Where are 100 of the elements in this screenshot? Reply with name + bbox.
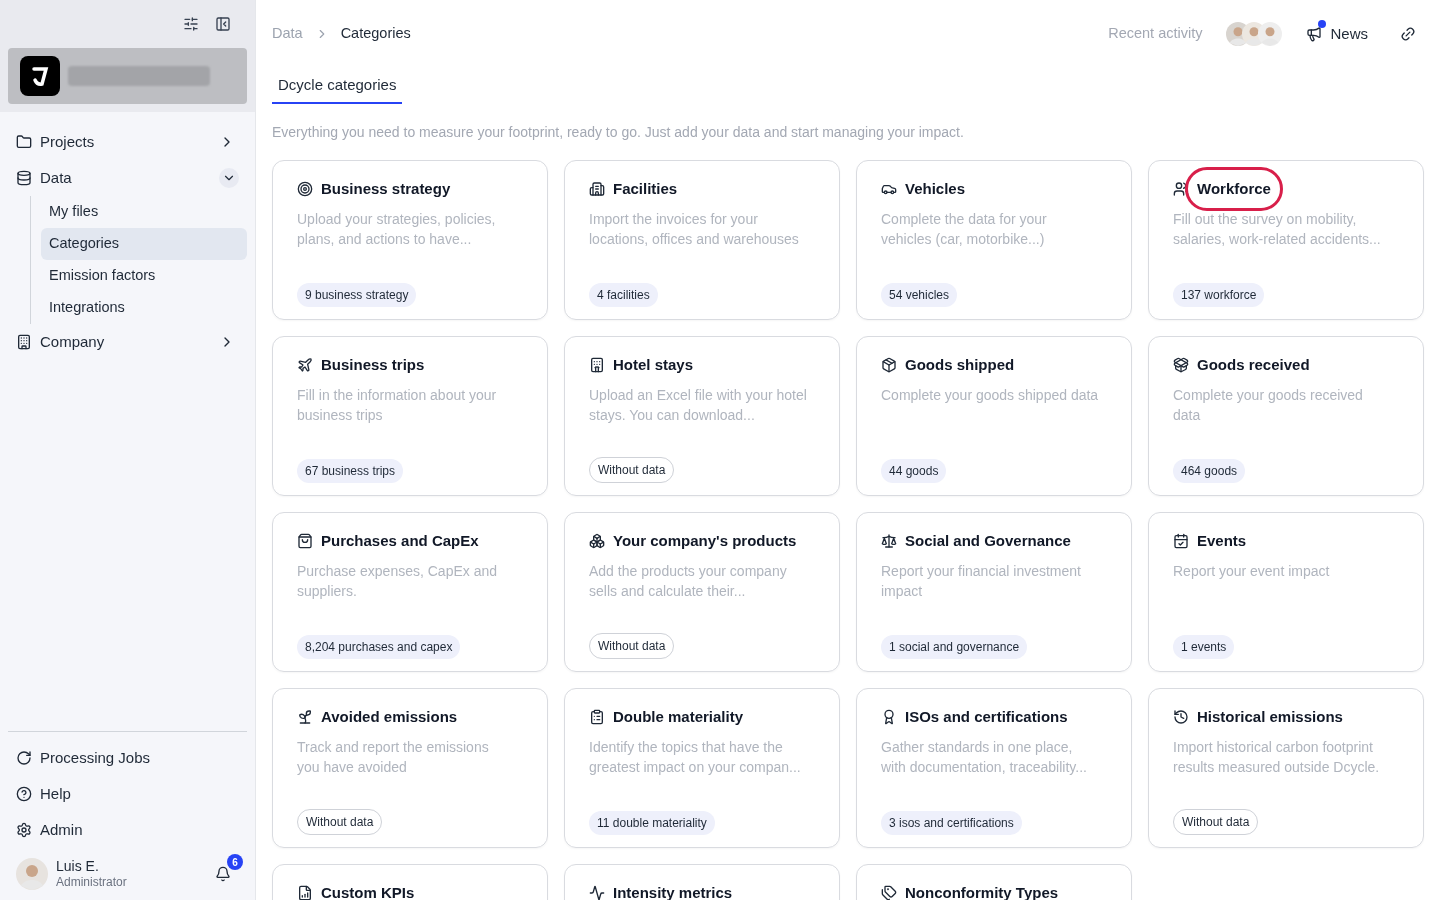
plane-icon — [297, 357, 313, 373]
card-title: Hotel stays — [613, 356, 694, 373]
count-badge: Without data — [1173, 809, 1259, 835]
tab[interactable]: Dcycle categories — [272, 68, 403, 104]
category-card[interactable]: Business trips Fill in the information about your business trips 67 business trips — [272, 336, 548, 496]
card-description: Track and report the emissions you have avoided — [297, 738, 490, 777]
category-card[interactable]: Historical emissions Import historical carbon footprint results measured outside Dcycle. Without data — [1148, 688, 1424, 848]
card-title: Your company's products — [613, 532, 797, 549]
news-button[interactable]: News — [1306, 22, 1368, 46]
card-description: Add the products your company sells and calculate their... — [589, 562, 788, 601]
card-description: Gather standards in one place, with documentation, traceability... — [881, 738, 1088, 777]
scale-icon — [881, 533, 897, 549]
nav-item[interactable]: Help — [8, 776, 247, 812]
category-card[interactable]: Social and Governance Report your financial investment impact 1 social and governance — [856, 512, 1132, 672]
card-description: Purchase expenses, CapEx and suppliers. — [297, 562, 498, 601]
count-badge: 54 vehicles — [881, 283, 958, 307]
nav-item[interactable]: Admin — [8, 812, 247, 848]
card-description: Complete the data for your vehicles (car, motorbike...) — [881, 210, 1048, 249]
category-card[interactable]: Hotel stays Upload an Excel file with your hotel stays. You can download... Without data — [564, 336, 840, 496]
count-badge: 464 goods — [1173, 459, 1246, 483]
category-card[interactable]: Business strategy Upload your strategies, policies, plans, and actions to have... 9 business strategy — [272, 160, 548, 320]
history-icon — [1173, 709, 1189, 725]
nav-item[interactable]: Processing Jobs — [8, 740, 247, 776]
refresh-icon — [16, 750, 32, 766]
user-role: Administrator — [56, 875, 128, 891]
award-icon — [881, 709, 897, 725]
category-card[interactable]: Custom KPIs — [272, 864, 548, 900]
category-card[interactable]: Double materiality Identify the topics that have the greatest impact on your compan... 11 double materiality — [564, 688, 840, 848]
tag-icon — [881, 885, 897, 900]
nav-item[interactable]: Data — [8, 160, 247, 196]
filter-icon[interactable] — [183, 16, 199, 32]
intro-text: Everything you need to measure your footprint, ready to go. Just add your data and start managing your impact. — [272, 123, 965, 142]
count-badge: 8,204 purchases and capex — [297, 635, 461, 659]
card-description: Complete your goods received data — [1173, 386, 1364, 425]
category-card[interactable]: Purchases and CapEx Purchase expenses, CapEx and suppliers. 8,204 purchases and capex — [272, 512, 548, 672]
card-title: Facilities — [613, 180, 678, 197]
card-title: Avoided emissions — [321, 708, 458, 725]
category-card[interactable]: Avoided emissions Track and report the emissions you have avoided Without data — [272, 688, 548, 848]
card-title: Historical emissions — [1197, 708, 1343, 725]
nav-item[interactable]: Company — [8, 324, 247, 360]
notifications-icon[interactable] — [215, 866, 231, 882]
calendar-icon — [1173, 533, 1189, 549]
notification-badge: 6 — [227, 854, 243, 870]
card-title: Business strategy — [321, 180, 451, 197]
pulse-icon — [589, 885, 605, 900]
card-title: Business trips — [321, 356, 425, 373]
nav-subitem[interactable]: Categories — [41, 228, 247, 260]
nav-subitem[interactable]: Emission factors — [41, 260, 247, 292]
count-badge: 1 social and governance — [881, 635, 1028, 659]
category-card[interactable]: Goods received Complete your goods received data 464 goods — [1148, 336, 1424, 496]
nav-item[interactable]: Projects — [8, 124, 247, 160]
avatar — [16, 858, 48, 890]
category-card[interactable]: Goods shipped Complete your goods shipped data 44 goods — [856, 336, 1132, 496]
category-card[interactable]: Facilities Import the invoices for your locations, offices and warehouses 4 facilities — [564, 160, 840, 320]
help-icon — [16, 786, 32, 802]
count-badge: 44 goods — [881, 459, 947, 483]
card-description: Report your financial investment impact — [881, 562, 1082, 601]
breadcrumb-item: Categories — [340, 24, 411, 44]
box-icon — [881, 357, 897, 373]
card-title: Vehicles — [905, 180, 966, 197]
count-badge: 1 events — [1173, 635, 1235, 659]
count-badge: Without data — [297, 809, 383, 835]
database-icon — [16, 170, 32, 186]
card-description: Complete your goods shipped data — [881, 386, 1100, 405]
count-badge: 4 facilities — [589, 283, 658, 307]
clipboard-icon — [589, 709, 605, 725]
card-description: Fill in the information about your business trips — [297, 386, 498, 425]
settings-icon — [16, 822, 32, 838]
box-icon — [1173, 357, 1189, 373]
nav-subitem[interactable]: Integrations — [41, 292, 247, 324]
category-card[interactable]: Workforce Fill out the survey on mobility, salaries, work-related accidents... 137 workforce — [1148, 160, 1424, 320]
count-badge: Without data — [589, 457, 675, 483]
megaphone-icon — [1306, 26, 1323, 42]
card-title: Social and Governance — [905, 532, 1071, 549]
avatar — [1258, 22, 1283, 46]
count-badge: 137 workforce — [1173, 283, 1265, 307]
organization-selector[interactable] — [8, 48, 247, 104]
card-title: Goods shipped — [905, 356, 1015, 373]
sprout-icon — [297, 709, 313, 725]
nav-subitem[interactable]: My files — [41, 196, 247, 228]
category-card[interactable]: Your company's products Add the products your company sells and calculate their... Without data — [564, 512, 840, 672]
card-title: Custom KPIs — [321, 884, 415, 900]
building-icon — [16, 334, 32, 350]
count-badge: 9 business strategy — [297, 283, 417, 307]
card-title: Events — [1197, 532, 1247, 549]
hotel-icon — [589, 357, 605, 373]
blocks-icon — [589, 533, 605, 549]
card-title: Goods received — [1197, 356, 1310, 373]
building-icon — [589, 181, 605, 197]
card-description: Fill out the survey on mobility, salaries, work-related accidents... — [1173, 210, 1382, 249]
count-badge: 3 isos and certifications — [881, 811, 1022, 835]
logo-icon — [20, 56, 60, 96]
folder-icon — [16, 134, 32, 150]
category-card[interactable]: ISOs and certifications Gather standards in one place, with documentation, traceability... 3 isos and certifications — [856, 688, 1132, 848]
collapse-sidebar-icon[interactable] — [215, 16, 231, 32]
category-card[interactable]: Events Report your event impact 1 events — [1148, 512, 1424, 672]
category-card[interactable]: Vehicles Complete the data for your vehicles (car, motorbike...) 54 vehicles — [856, 160, 1132, 320]
card-description: Identify the topics that have the greatest impact on your compan... — [589, 738, 802, 777]
card-description: Upload your strategies, policies, plans, and actions to have... — [297, 210, 497, 249]
card-title: Double materiality — [613, 708, 744, 725]
